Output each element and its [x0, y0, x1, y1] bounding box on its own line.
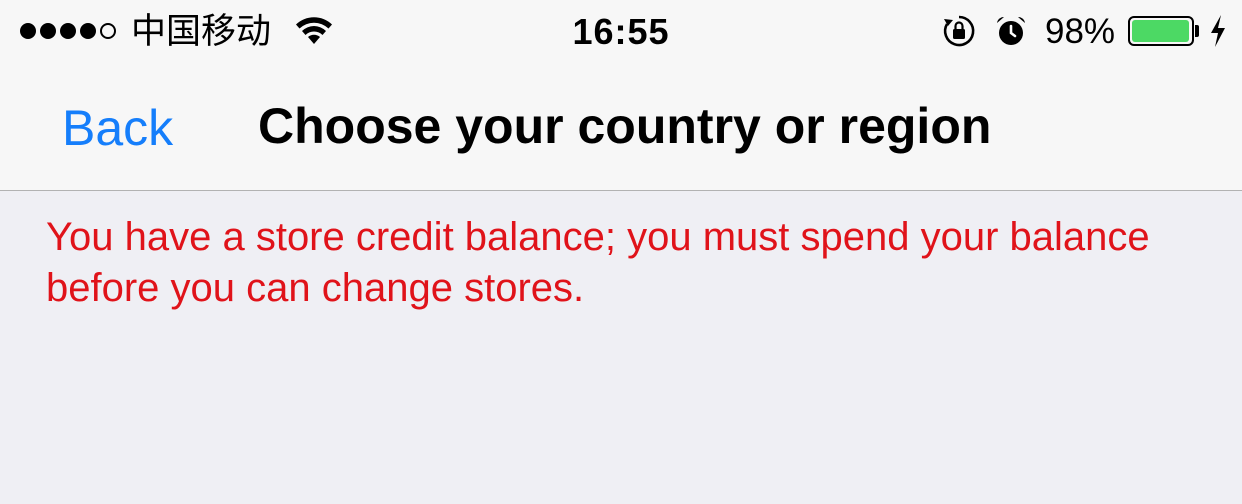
battery-fill — [1132, 20, 1189, 42]
store-credit-error-message: You have a store credit balance; you mus… — [46, 215, 1150, 310]
back-button[interactable]: Back — [62, 100, 173, 156]
battery-tip — [1195, 25, 1199, 37]
battery-percentage: 98% — [1045, 12, 1116, 51]
navigation-header: 中国移动 16:55 98% Back Choose your country … — [0, 0, 1242, 191]
charging-bolt-icon — [1211, 15, 1225, 47]
page-title: Choose your country or region — [258, 98, 992, 154]
alarm-icon — [997, 16, 1025, 45]
status-bar: 中国移动 16:55 98% — [0, 0, 1242, 62]
battery-icon — [1128, 16, 1194, 46]
rotation-lock-icon — [943, 15, 975, 47]
